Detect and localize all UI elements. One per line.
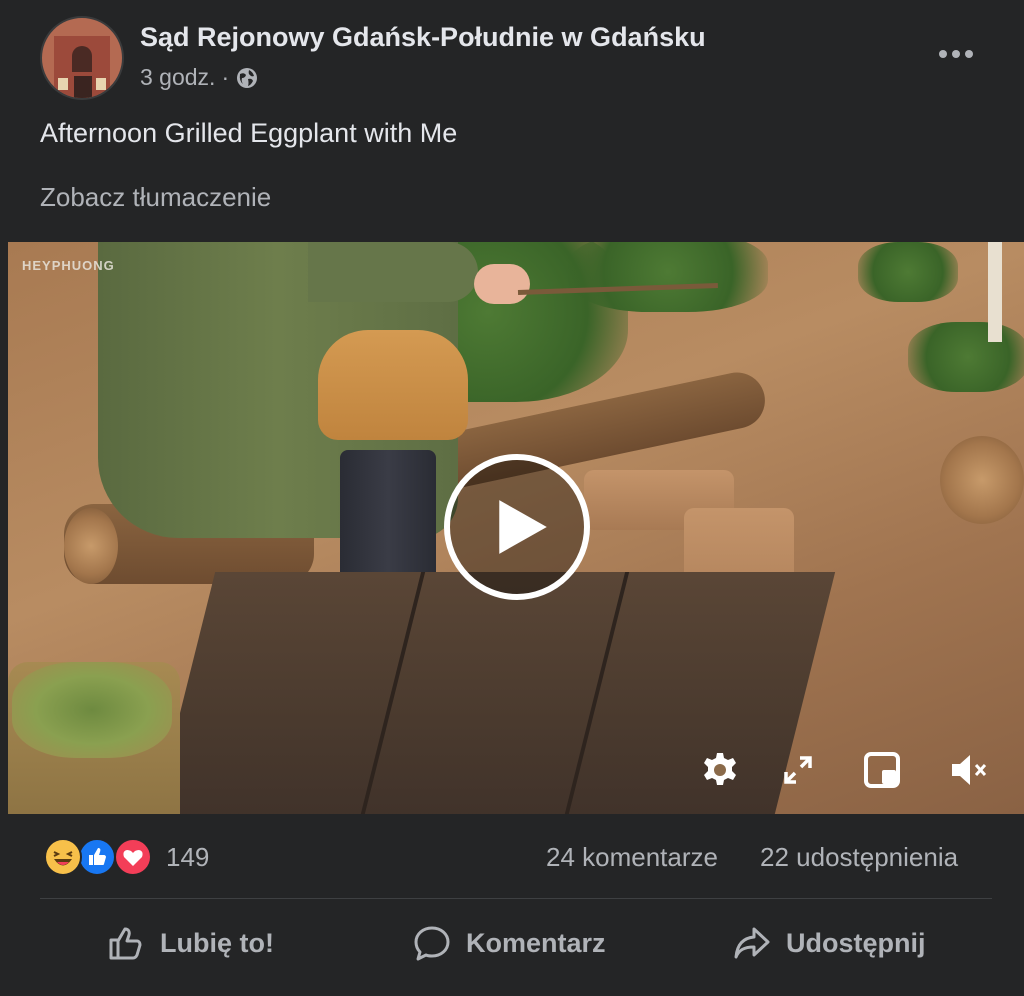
like-button-label: Lubię to!	[160, 927, 274, 958]
comment-icon	[414, 926, 450, 961]
globe-icon[interactable]	[235, 66, 259, 90]
fullscreen-icon[interactable]	[776, 748, 820, 792]
meta-separator: ·	[221, 64, 230, 90]
haha-reaction-icon	[44, 838, 82, 876]
comments-count-link[interactable]: 24 komentarze	[546, 842, 718, 873]
see-translation-link[interactable]: Zobacz tłumaczenie	[40, 182, 271, 213]
play-icon[interactable]	[444, 454, 590, 600]
comment-button[interactable]: Komentarz	[412, 912, 606, 974]
settings-icon[interactable]	[698, 748, 742, 792]
video-watermark: HEYPHUONG	[22, 258, 115, 273]
post-meta: 3 godz. ·	[140, 64, 259, 91]
page-name-link[interactable]: Sąd Rejonowy Gdańsk-Południe w Gdańsku	[140, 22, 706, 53]
more-options-icon[interactable]	[928, 36, 984, 72]
like-reaction-icon	[78, 838, 116, 876]
page-avatar[interactable]	[40, 16, 124, 100]
share-button[interactable]: Udostępnij	[732, 912, 926, 974]
muted-volume-icon[interactable]	[946, 748, 990, 792]
shares-count-link[interactable]: 22 udostępnienia	[760, 842, 958, 873]
picture-in-picture-icon[interactable]	[860, 748, 904, 792]
love-reaction-icon	[114, 838, 152, 876]
video-player[interactable]: HEYPHUONG	[8, 242, 1024, 814]
thumbs-up-icon	[109, 927, 142, 960]
comment-button-label: Komentarz	[466, 927, 606, 958]
reactions-summary[interactable]	[44, 838, 152, 876]
post-text: Afternoon Grilled Eggplant with Me	[40, 118, 458, 148]
feed-post: Sąd Rejonowy Gdańsk-Południe w Gdańsku 3…	[0, 0, 1024, 996]
share-arrow-icon	[734, 927, 770, 959]
share-button-label: Udostępnij	[786, 927, 926, 958]
action-divider	[40, 898, 992, 899]
post-timestamp[interactable]: 3 godz.	[140, 64, 215, 91]
reaction-count[interactable]: 149	[166, 842, 209, 873]
like-button[interactable]: Lubię to!	[106, 912, 274, 974]
